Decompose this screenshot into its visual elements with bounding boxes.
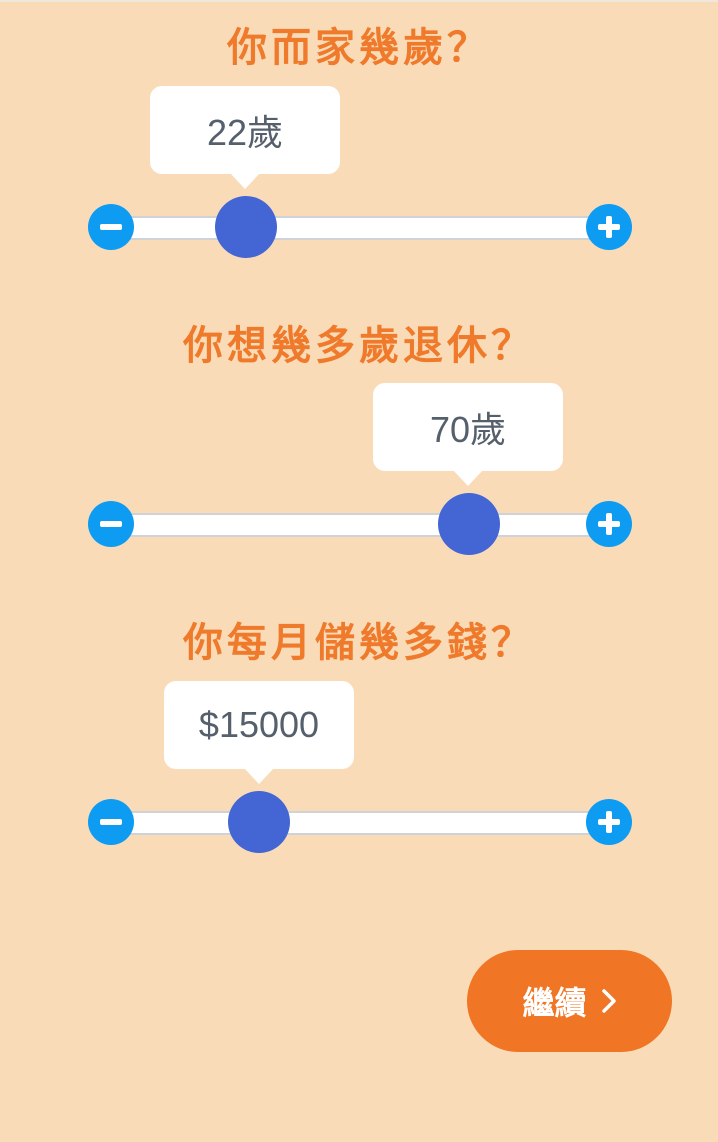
savings-decrement-button[interactable] bbox=[88, 799, 134, 845]
savings-slider-thumb[interactable] bbox=[228, 791, 290, 853]
savings-question-title: 你每月儲幾多錢？ bbox=[183, 620, 535, 666]
retirement-decrement-button[interactable] bbox=[88, 501, 134, 547]
savings-value-tooltip: $15000 bbox=[164, 681, 354, 784]
continue-button[interactable]: 繼續 bbox=[467, 950, 672, 1052]
retirement-increment-button[interactable] bbox=[586, 501, 632, 547]
plus-icon bbox=[598, 216, 620, 238]
retirement-slider-track[interactable] bbox=[112, 513, 608, 537]
retirement-slider-thumb[interactable] bbox=[438, 493, 500, 555]
age-decrement-button[interactable] bbox=[88, 204, 134, 250]
plus-icon bbox=[598, 513, 620, 535]
top-divider bbox=[0, 0, 718, 2]
retirement-question-title: 你想幾多歲退休？ bbox=[183, 323, 535, 369]
retirement-value-tooltip: 70歲 bbox=[373, 383, 563, 486]
chevron-right-icon bbox=[601, 989, 616, 1013]
savings-increment-button[interactable] bbox=[586, 799, 632, 845]
age-question-title: 你而家幾歲？ bbox=[227, 25, 491, 71]
savings-slider-track[interactable] bbox=[112, 811, 608, 835]
minus-icon bbox=[100, 224, 122, 230]
continue-button-label: 繼續 bbox=[522, 984, 587, 1022]
plus-icon bbox=[598, 811, 620, 833]
age-value-tooltip: 22歲 bbox=[150, 86, 340, 189]
age-increment-button[interactable] bbox=[586, 204, 632, 250]
minus-icon bbox=[100, 521, 122, 527]
minus-icon bbox=[100, 819, 122, 825]
age-slider-track[interactable] bbox=[112, 216, 608, 240]
age-slider-thumb[interactable] bbox=[215, 196, 277, 258]
